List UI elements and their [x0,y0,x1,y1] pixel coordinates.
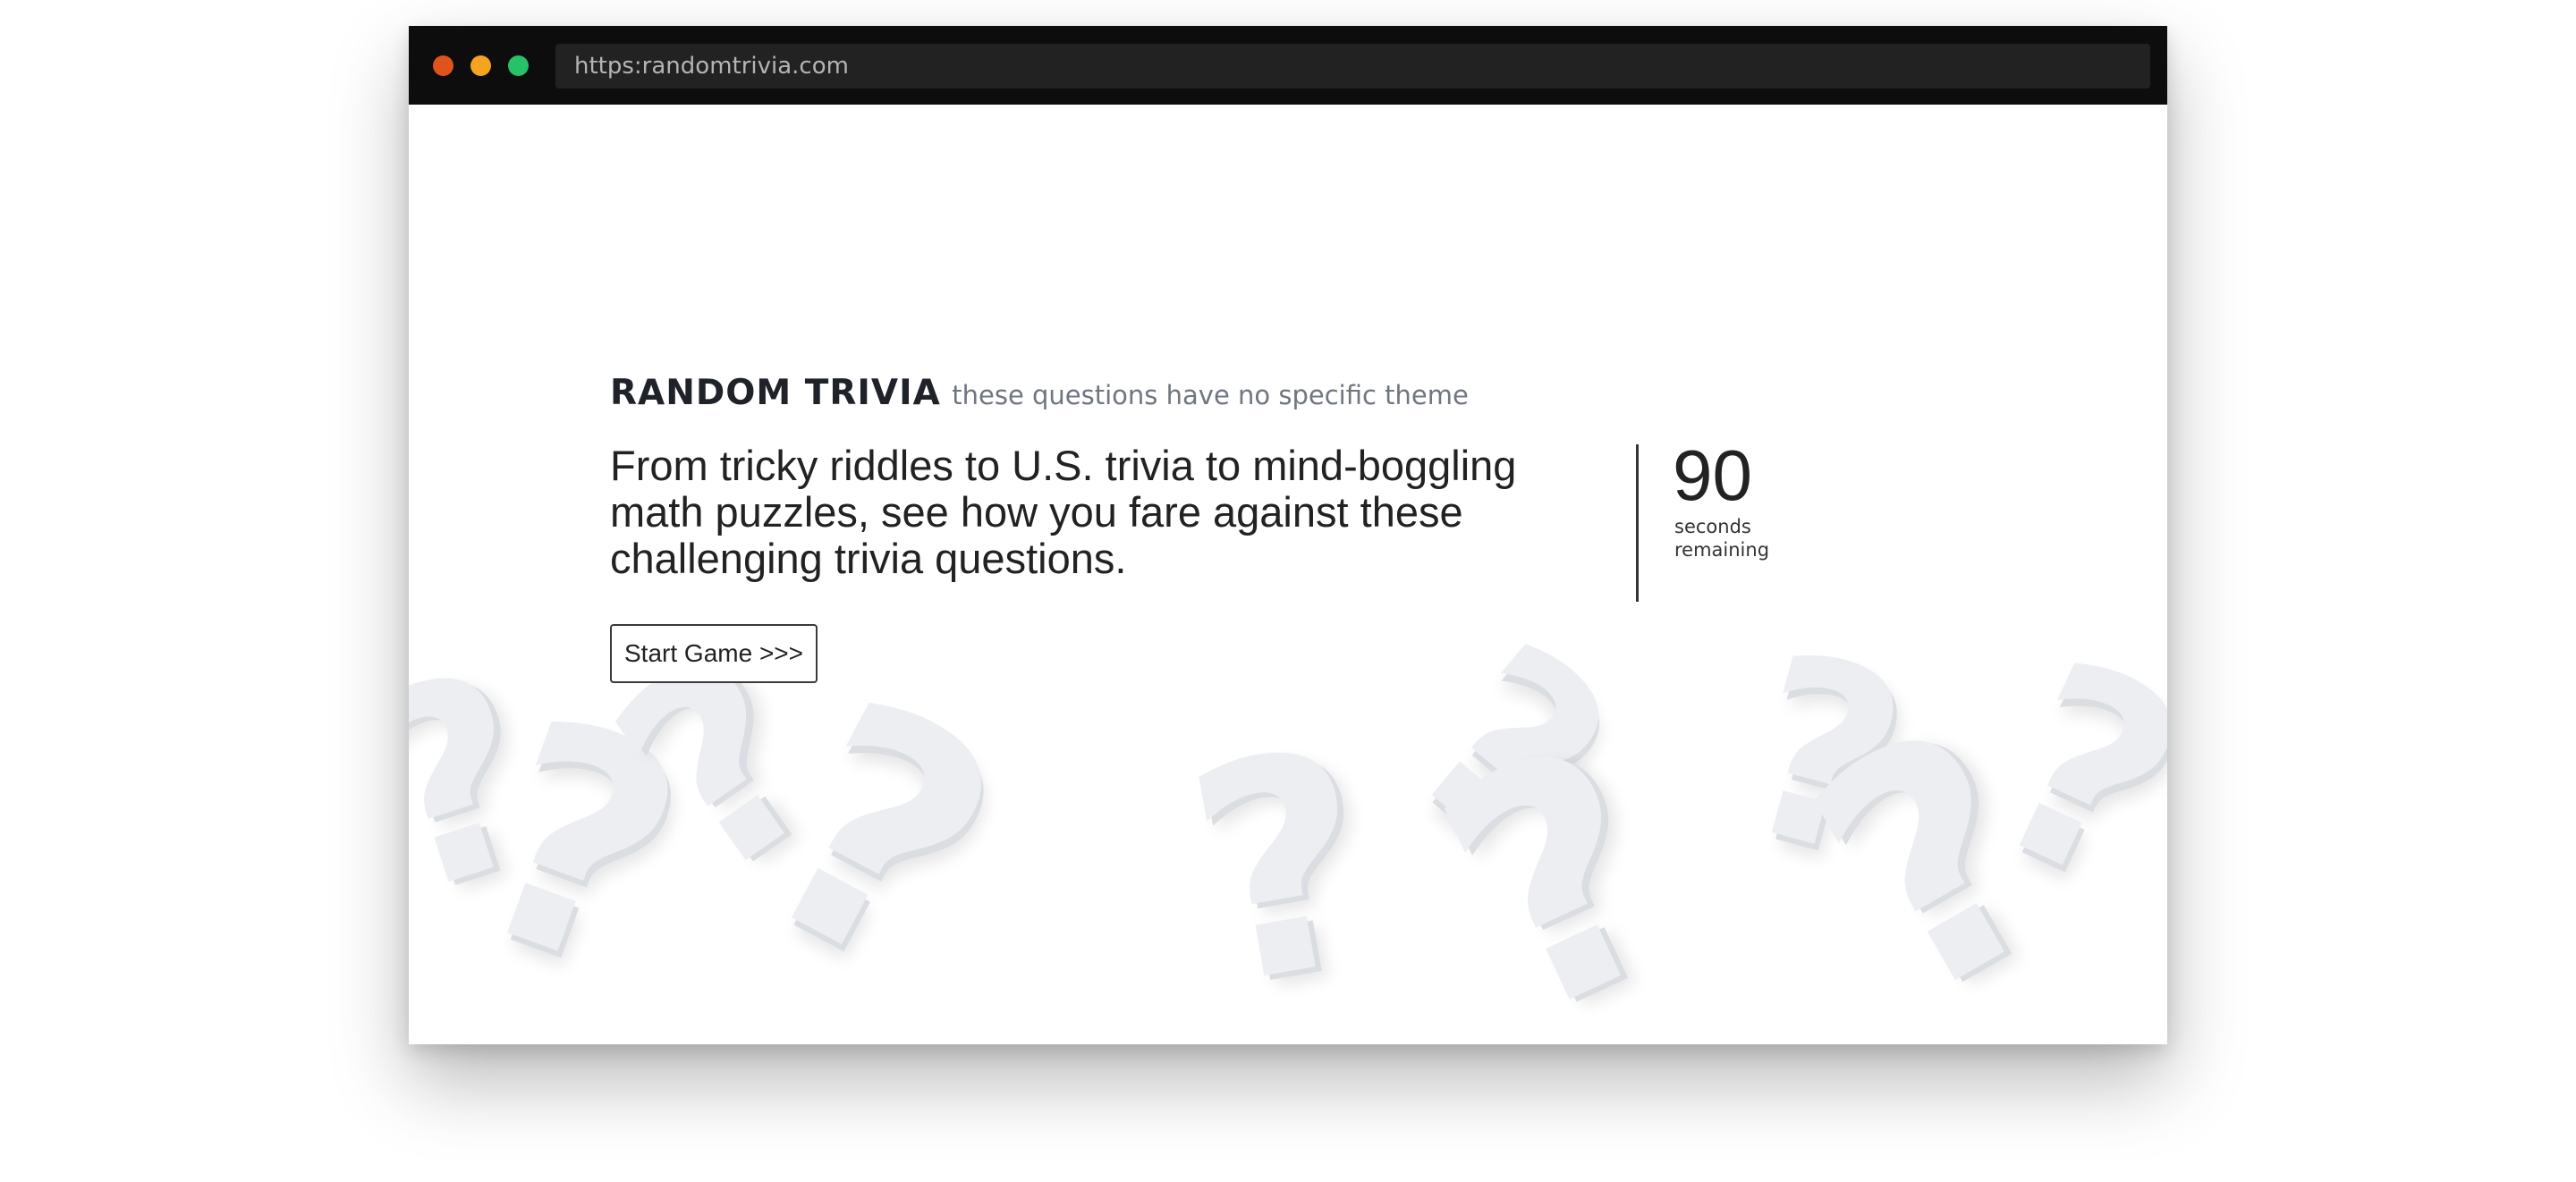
page-heading: RANDOM TRIVIA these questions have no sp… [610,373,1469,413]
minimize-window-dot[interactable] [470,55,491,76]
question-mark-background: ? ? ? ? ? ? ? ? ? ? [409,641,2167,1044]
question-mark-icon: ? [1394,672,1722,1044]
address-bar[interactable]: https:randomtrivia.com [555,44,2150,89]
maximize-window-dot[interactable] [508,55,529,76]
page-subtitle: these questions have no specific theme [952,380,1469,410]
timer-label: seconds remaining [1674,516,1770,561]
start-game-button[interactable]: Start Game >>> [610,624,818,683]
page-title: RANDOM TRIVIA [610,373,941,413]
game-description: From tricky riddles to U.S. trivia to mi… [610,442,1517,582]
browser-titlebar: https:randomtrivia.com [409,26,2167,105]
timer-divider [1636,444,1639,602]
timer-value: 90 [1673,435,1752,515]
page-content: ? ? ? ? ? ? ? ? ? ? RANDOM TRIVIA these … [409,105,2167,1044]
close-window-dot[interactable] [433,55,453,76]
question-mark-icon: ? [1167,685,1396,1044]
browser-window: https:randomtrivia.com ? ? ? ? ? ? ? ? ?… [409,26,2167,1044]
